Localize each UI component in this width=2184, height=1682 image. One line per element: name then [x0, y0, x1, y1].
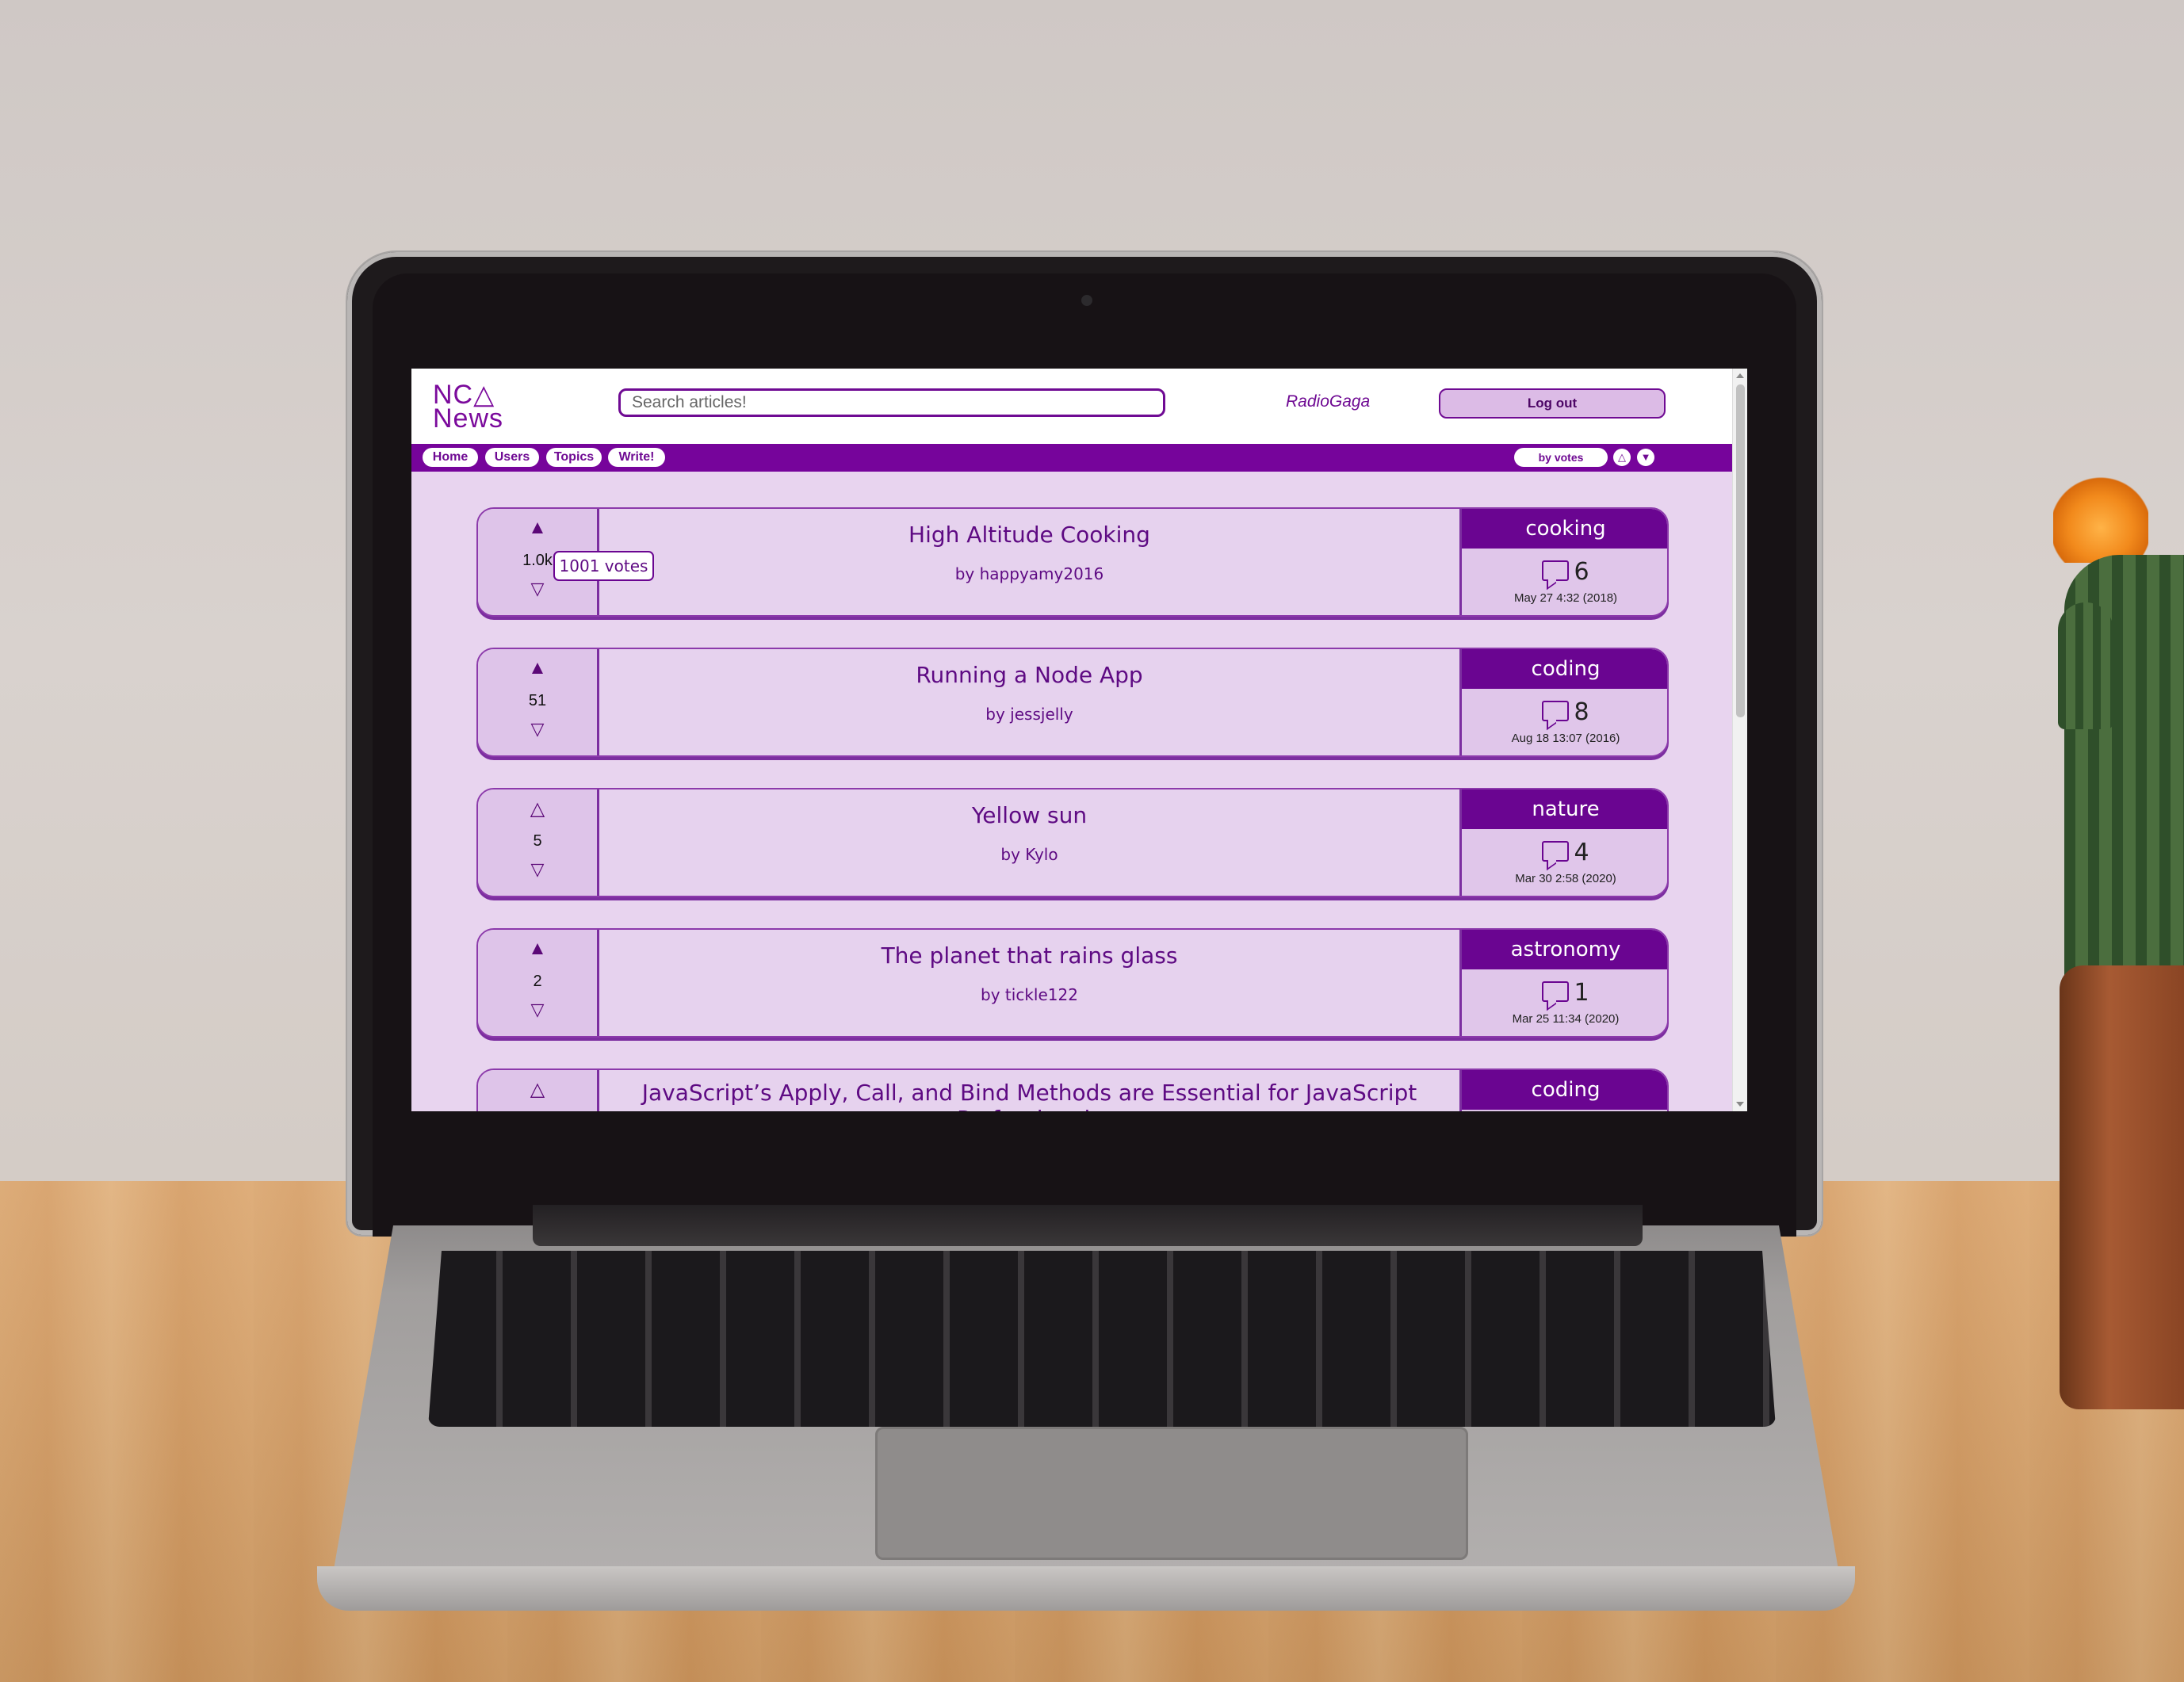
article-date: Mar 30 2:58 (2020): [1515, 872, 1616, 885]
article-author[interactable]: by tickle122: [599, 985, 1459, 1004]
article-card[interactable]: ▲ 2 ▽ The planet that rains glass by tic…: [476, 928, 1669, 1038]
article-title[interactable]: High Altitude Cooking: [599, 522, 1459, 548]
comment-icon: [1542, 701, 1570, 721]
downvote-icon[interactable]: ▽: [478, 859, 597, 880]
comment-count-value: 1: [1574, 979, 1589, 1007]
article-card[interactable]: △ JavaScript’s Apply, Call, and Bind Met…: [476, 1068, 1669, 1111]
article-author[interactable]: by happyamy2016: [599, 564, 1459, 583]
article-meta: coding: [1459, 1070, 1667, 1111]
article-title-area[interactable]: High Altitude Cooking by happyamy2016: [599, 509, 1459, 615]
article-title-area[interactable]: The planet that rains glass by tickle122: [599, 930, 1459, 1036]
article-meta: cooking 6 May 27 4:32 (2018): [1459, 509, 1667, 615]
browser-viewport: NC△ News RadioGaga Log out Home Users To…: [411, 369, 1747, 1111]
logo-line-2: News: [433, 403, 504, 434]
nav-home[interactable]: Home: [423, 448, 478, 467]
article-title[interactable]: Yellow sun: [599, 802, 1459, 828]
article-title[interactable]: The planet that rains glass: [599, 942, 1459, 969]
logout-button[interactable]: Log out: [1439, 388, 1666, 419]
article-title-area[interactable]: Yellow sun by Kylo: [599, 789, 1459, 896]
article-meta: astronomy 1 Mar 25 11:34 (2020): [1459, 930, 1667, 1036]
vote-panel: ▲ 2 ▽: [478, 930, 599, 1036]
comment-count-value: 4: [1574, 839, 1589, 866]
vote-panel: △: [478, 1070, 599, 1111]
webcam: [1081, 295, 1092, 306]
upvote-icon[interactable]: △: [478, 1078, 597, 1101]
article-meta: nature 4 Mar 30 2:58 (2020): [1459, 789, 1667, 896]
nav-topics[interactable]: Topics: [546, 448, 602, 467]
search-input[interactable]: [618, 388, 1165, 417]
article-card[interactable]: △ 5 ▽ Yellow sun by Kylo nature 4 Mar 30…: [476, 788, 1669, 897]
vote-panel: ▲ 51 ▽: [478, 649, 599, 755]
comment-icon: [1542, 560, 1570, 581]
nav-users[interactable]: Users: [485, 448, 539, 467]
article-date: Mar 25 11:34 (2020): [1512, 1012, 1620, 1026]
comment-count[interactable]: 6: [1462, 558, 1667, 586]
comment-count-value: 8: [1574, 698, 1589, 726]
topic-badge[interactable]: cooking: [1462, 509, 1667, 549]
current-username[interactable]: RadioGaga: [1286, 392, 1370, 411]
downvote-icon[interactable]: ▽: [478, 1000, 597, 1020]
article-title-area[interactable]: JavaScript’s Apply, Call, and Bind Metho…: [599, 1070, 1459, 1111]
scroll-up-arrow-icon[interactable]: [1736, 373, 1744, 378]
topic-badge[interactable]: coding: [1462, 649, 1667, 689]
sort-descending-icon[interactable]: ▼: [1637, 449, 1654, 466]
article-title[interactable]: Running a Node App: [599, 662, 1459, 688]
plant-pot: [2060, 965, 2184, 1409]
comment-count-value: 6: [1574, 558, 1589, 586]
article-author[interactable]: by jessjelly: [599, 705, 1459, 724]
comment-count[interactable]: 8: [1462, 698, 1667, 726]
downvote-icon[interactable]: ▽: [478, 579, 597, 599]
upvote-icon[interactable]: ▲: [478, 517, 597, 539]
votes-tooltip: 1001 votes: [553, 551, 654, 581]
article-date: May 27 4:32 (2018): [1513, 591, 1618, 605]
trackpad: [875, 1427, 1468, 1560]
keyboard: [428, 1251, 1776, 1427]
article-meta: coding 8 Aug 18 13:07 (2016): [1459, 649, 1667, 755]
article-card[interactable]: ▲ 1.0k ▽ High Altitude Cooking by happya…: [476, 507, 1669, 617]
vote-count: 2: [533, 973, 542, 990]
site-header: NC△ News RadioGaga Log out: [411, 369, 1733, 444]
cactus-arm: [2058, 602, 2113, 729]
article-title[interactable]: JavaScript’s Apply, Call, and Bind Metho…: [599, 1080, 1459, 1111]
article-date: Aug 18 13:07 (2016): [1511, 732, 1620, 745]
upvote-icon[interactable]: ▲: [478, 938, 597, 960]
nav-write[interactable]: Write!: [608, 448, 665, 467]
sort-ascending-icon[interactable]: △: [1613, 449, 1631, 466]
comment-icon: [1542, 981, 1570, 1002]
upvote-icon[interactable]: △: [478, 797, 597, 820]
nav-bar: Home Users Topics Write! by votes △ ▼: [411, 444, 1733, 472]
comment-icon: [1542, 841, 1570, 862]
downvote-icon[interactable]: ▽: [478, 719, 597, 740]
laptop-hinge: [533, 1205, 1643, 1246]
vertical-scrollbar[interactable]: [1732, 369, 1747, 1111]
article-author[interactable]: by Kylo: [599, 845, 1459, 864]
comment-count[interactable]: 1: [1462, 979, 1667, 1007]
vote-count: 51: [528, 692, 547, 709]
article-card[interactable]: ▲ 51 ▽ Running a Node App by jessjelly c…: [476, 648, 1669, 757]
upvote-icon[interactable]: ▲: [478, 657, 597, 679]
vote-panel: △ 5 ▽: [478, 789, 599, 896]
topic-badge[interactable]: coding: [1462, 1070, 1667, 1110]
scroll-down-arrow-icon[interactable]: [1736, 1102, 1744, 1107]
topic-badge[interactable]: nature: [1462, 789, 1667, 829]
scroll-thumb[interactable]: [1736, 384, 1745, 717]
laptop-base-edge: [317, 1566, 1855, 1611]
sort-select[interactable]: by votes: [1514, 448, 1608, 467]
site-logo[interactable]: NC△ News: [433, 381, 504, 434]
vote-count: 5: [533, 832, 542, 850]
comment-count[interactable]: 4: [1462, 839, 1667, 866]
cactus-flower: [2053, 476, 2148, 563]
topic-badge[interactable]: astronomy: [1462, 930, 1667, 969]
article-title-area[interactable]: Running a Node App by jessjelly: [599, 649, 1459, 755]
